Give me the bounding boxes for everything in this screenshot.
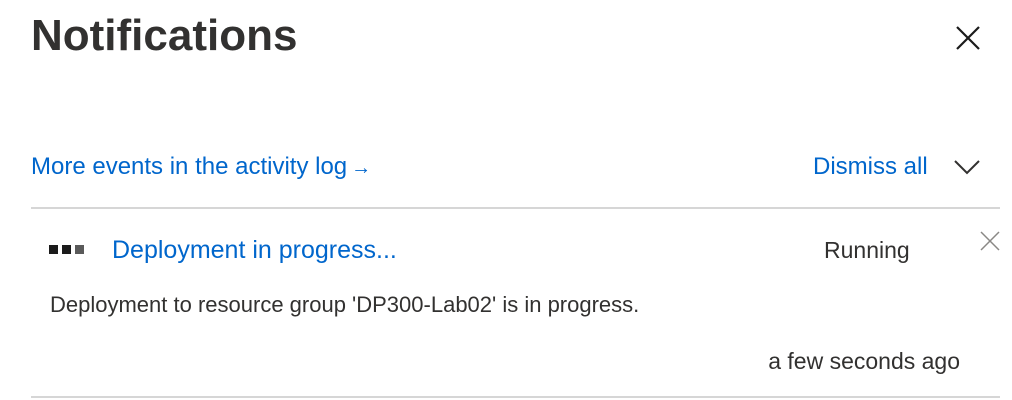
arrow-right-icon: →	[351, 157, 372, 179]
activity-log-link-label: More events in the activity log	[31, 153, 348, 180]
progress-dot	[62, 245, 71, 254]
close-icon	[956, 26, 980, 50]
notification-timestamp: a few seconds ago	[768, 348, 960, 374]
progress-dot	[49, 245, 58, 254]
status-label: Running	[824, 237, 910, 263]
notification-item[interactable]: Deployment in progress... Running Deploy…	[31, 209, 1000, 396]
progress-dot	[75, 245, 84, 254]
page-title: Notifications	[31, 11, 298, 60]
dismiss-notification-button[interactable]	[976, 227, 1004, 255]
close-panel-button[interactable]	[950, 20, 986, 56]
progress-dots-icon	[49, 245, 84, 254]
activity-log-link[interactable]: More events in the activity log →	[31, 150, 371, 185]
dismiss-all-button[interactable]: Dismiss all	[813, 150, 928, 184]
close-icon	[980, 231, 1000, 251]
divider	[31, 396, 1000, 398]
notification-message: Deployment to resource group 'DP300-Lab0…	[50, 292, 640, 317]
notification-title-link[interactable]: Deployment in progress...	[112, 233, 397, 267]
chevron-down-icon	[954, 160, 980, 175]
notification-actions-bar: More events in the activity log → Dismiss…	[31, 150, 1000, 184]
collapse-button[interactable]	[950, 152, 984, 182]
